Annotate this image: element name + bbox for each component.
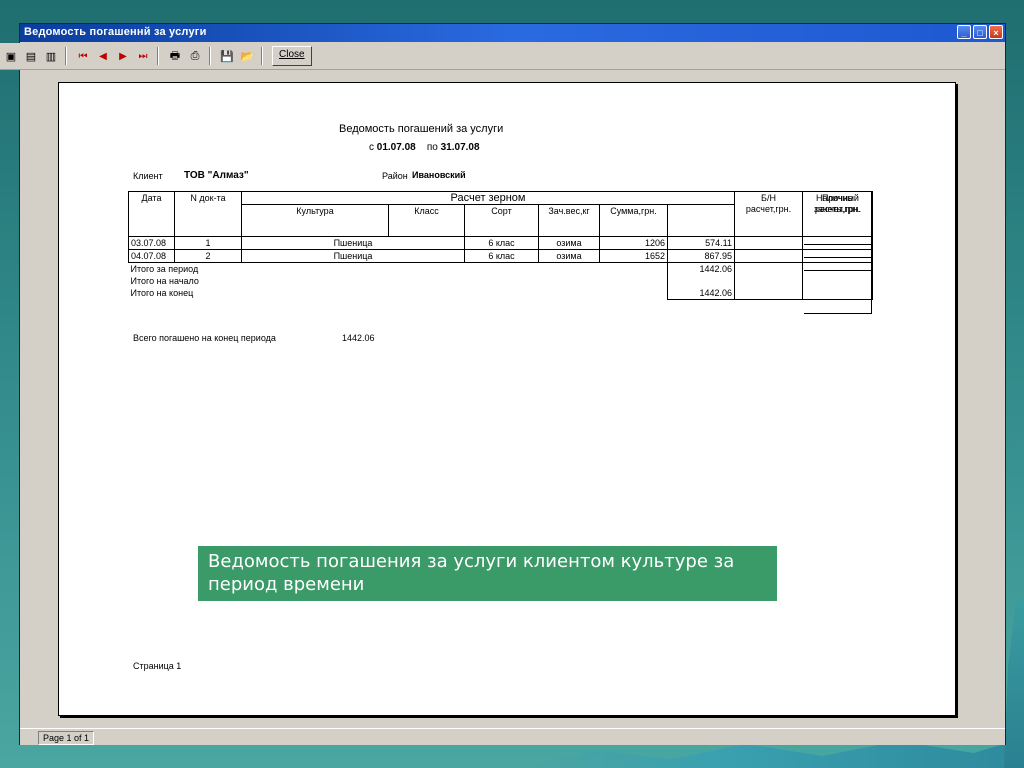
cell-sum: 574.11	[667, 236, 735, 250]
toolbar-separator	[261, 47, 263, 65]
total-end-value: 1442.06	[667, 287, 735, 300]
open-folder-icon[interactable]: 📂	[238, 47, 256, 65]
slide-decoration-right	[1004, 600, 1024, 768]
title-bar: Ведомость погашеннй за услуги _ □ ×	[20, 24, 1005, 42]
header-weight: Зач.вес,кг	[538, 204, 600, 237]
print-icon[interactable]: ⎙	[186, 47, 204, 65]
report-page: Ведомость погашений за услуги с 01.07.08…	[58, 82, 956, 716]
total-period-value: 1442.06	[667, 262, 735, 275]
table-row: 03.07.08 1 Пшеница 6 клас озима 1206 574…	[128, 236, 873, 250]
close-window-button[interactable]: ×	[989, 25, 1003, 39]
cell-culture: Пшеница	[241, 249, 465, 263]
window-title: Ведомость погашеннй за услуги	[24, 26, 207, 38]
table-row: 04.07.08 2 Пшеница 6 клас озима 1652 867…	[128, 249, 873, 263]
header-date: Дата	[128, 191, 175, 237]
period-to-value: 31.07.08	[440, 142, 480, 153]
report-title: Ведомость погашений за услуги	[339, 123, 504, 135]
close-button[interactable]: Close	[272, 46, 312, 66]
page-number: Страница 1	[133, 661, 182, 671]
header-sort: Сорт	[464, 204, 539, 237]
header-bn-line2: расчет,грн.	[745, 204, 792, 214]
client-label: Клиент	[133, 171, 163, 181]
cell-sum: 867.95	[667, 249, 735, 263]
total-paid-value: 1442.06	[342, 333, 375, 343]
previous-page-icon[interactable]: ◀	[94, 47, 112, 65]
region-value: Ивановский	[412, 170, 466, 180]
maximize-button[interactable]: □	[973, 25, 987, 39]
toolbar-separator	[65, 47, 67, 65]
slide-caption: Ведомость погашения за услуги клиентом к…	[198, 546, 777, 601]
region-label: Район	[382, 171, 408, 181]
status-bar: Page 1 of 1	[20, 728, 1005, 745]
cell-date: 03.07.08	[128, 236, 175, 250]
period-to-label: по	[426, 142, 438, 153]
total-bn-cell	[734, 262, 803, 275]
cell-culture: Пшеница	[241, 236, 465, 250]
total-bn-cell	[734, 275, 803, 287]
report-preview-window: Ведомость погашеннй за услуги _ □ × ▣ ▤ …	[0, 24, 1005, 745]
window-controls: _ □ ×	[957, 25, 1003, 39]
preview-area[interactable]: Ведомость погашений за услуги с 01.07.08…	[20, 70, 1005, 728]
report-table: Дата N док-та Расчет зерном Б/Н расчет,г…	[128, 191, 873, 300]
cell-bn	[734, 236, 803, 250]
cell-date: 04.07.08	[128, 249, 175, 263]
header-other: Прочие зачеты,грн.	[804, 191, 872, 314]
total-period-label: Итого за период	[130, 263, 199, 274]
toolbar: ▣ ▤ ▥ ⏮ ◀ ▶ ⏭ 🖶 ⎙ 💾 📂 Close	[0, 43, 1005, 70]
header-doc-no: N док-та	[174, 191, 242, 237]
cell-sort: озима	[538, 236, 600, 250]
printer-setup-icon[interactable]: 🖶	[166, 47, 184, 65]
minimize-button[interactable]: _	[957, 25, 971, 39]
cell-doc: 1	[174, 236, 242, 250]
total-bn-cell	[734, 287, 803, 300]
total-start-value	[667, 275, 735, 287]
header-class: Класс	[388, 204, 465, 237]
cell-class: 6 клас	[464, 236, 539, 250]
cell-class: 6 клас	[464, 249, 539, 263]
toolbar-separator	[209, 47, 211, 65]
total-start-label: Итого на начало	[130, 275, 199, 286]
header-other-line2: зачеты,грн.	[813, 204, 862, 214]
cell-weight: 1652	[599, 249, 668, 263]
header-bn-line1: Б/Н	[761, 193, 776, 203]
header-grain-group: Расчет зерном	[241, 191, 735, 205]
totals-row-end: Итого на конец 1442.06	[129, 287, 873, 300]
cell-weight: 1206	[599, 236, 668, 250]
report-period: с 01.07.08 по 31.07.08	[369, 142, 480, 153]
cell-sort: озима	[538, 249, 600, 263]
period-from-value: 01.07.08	[376, 142, 416, 153]
zoom-whole-page-icon[interactable]: ▣	[2, 47, 20, 65]
first-page-icon[interactable]: ⏮	[74, 47, 92, 65]
toolbar-separator	[157, 47, 159, 65]
header-sum: Сумма,грн.	[599, 204, 668, 237]
totals-row-period: Итого за период 1442.06	[129, 262, 873, 275]
zoom-100-icon[interactable]: ▥	[42, 47, 60, 65]
period-from-label: с	[369, 142, 374, 153]
total-end-label: Итого на конец	[130, 287, 194, 298]
header-bn: Б/Н расчет,грн.	[734, 191, 803, 237]
total-paid-label: Всего погашено на конец периода	[133, 333, 276, 343]
header-other-line1: Прочие	[821, 193, 853, 203]
cell-doc: 2	[174, 249, 242, 263]
save-icon[interactable]: 💾	[218, 47, 236, 65]
last-page-icon[interactable]: ⏭	[134, 47, 152, 65]
zoom-page-width-icon[interactable]: ▤	[22, 47, 40, 65]
client-value: ТОВ "Алмаз"	[184, 170, 249, 181]
page-indicator: Page 1 of 1	[38, 731, 95, 745]
totals-row-start: Итого на начало	[129, 275, 873, 287]
header-culture: Культура	[241, 204, 389, 237]
next-page-icon[interactable]: ▶	[114, 47, 132, 65]
cell-bn	[734, 249, 803, 263]
